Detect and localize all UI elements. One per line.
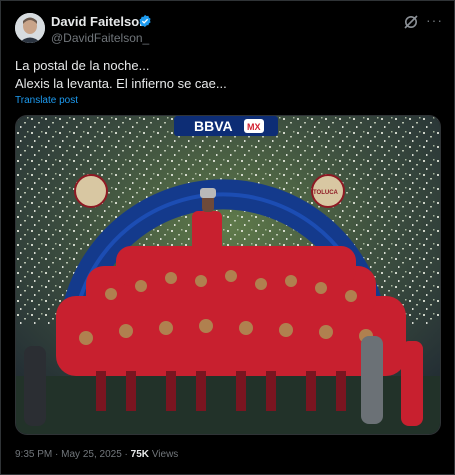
- verified-badge-icon: [139, 14, 151, 28]
- post-photo[interactable]: BBVA MX TOLUCA: [15, 115, 441, 435]
- meta-separator: ·: [55, 449, 59, 460]
- author-handle[interactable]: @DavidFaitelson_: [51, 31, 149, 45]
- post-text-line-2: Alexis la levanta. El infierno se cae...: [15, 76, 227, 91]
- translate-post-link[interactable]: Translate post: [15, 95, 78, 106]
- banner-badge: MX: [247, 122, 261, 132]
- banner-text: BBVA: [194, 118, 233, 134]
- meta-separator: ·: [124, 449, 128, 460]
- grok-icon[interactable]: [403, 14, 419, 30]
- author-name[interactable]: David Faitelson: [51, 14, 147, 29]
- views-count: 75K: [130, 449, 150, 460]
- team-badge-text: TOLUCA: [313, 190, 339, 196]
- post-time[interactable]: 9:35 PM: [15, 449, 52, 460]
- post-meta: 9:35 PM · May 25, 2025 · 75K Views: [15, 449, 178, 460]
- more-dots-icon[interactable]: ···: [426, 12, 443, 28]
- post-text-line-1: La postal de la noche...: [15, 58, 150, 73]
- post-date[interactable]: May 25, 2025: [61, 449, 122, 460]
- author-avatar[interactable]: [15, 13, 45, 43]
- celebration-photo: BBVA MX TOLUCA: [16, 116, 440, 434]
- tweet-card: David Faitelson @DavidFaitelson_ ··· La …: [0, 0, 455, 475]
- views-label: Views: [151, 449, 179, 460]
